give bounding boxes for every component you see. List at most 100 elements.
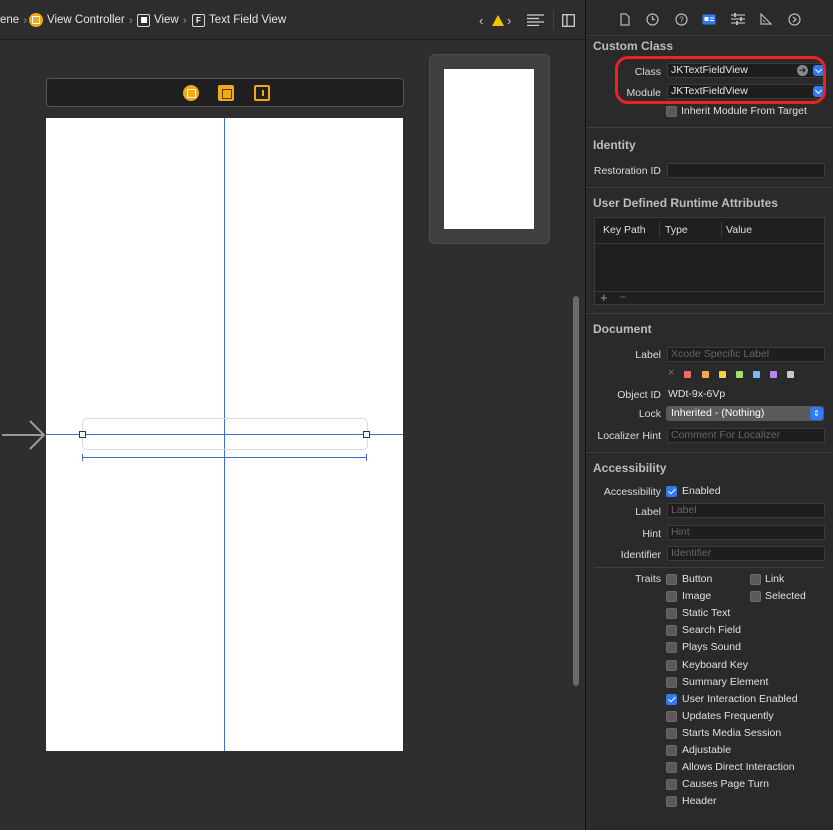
red-swatch[interactable] [684, 371, 691, 378]
trait-label: Summary Element [682, 675, 769, 688]
view-controller-icon[interactable] [183, 85, 199, 101]
exit-icon[interactable] [254, 85, 270, 101]
yellow-swatch[interactable] [719, 371, 726, 378]
accessibility-label-placeholder: Label [671, 504, 697, 516]
hint-label: Hint [642, 528, 661, 540]
trait-checkbox[interactable] [666, 574, 677, 585]
divider [586, 127, 833, 128]
orange-swatch[interactable] [702, 371, 709, 378]
breadcrumb-scene[interactable]: ene › [0, 12, 27, 28]
trait-checkbox[interactable] [666, 745, 677, 756]
accessibility-enabled-label: Enabled [682, 485, 721, 497]
divider [586, 313, 833, 314]
trait-label: Adjustable [682, 744, 732, 756]
accessibility-title: Accessibility [593, 461, 667, 475]
trait-checkbox[interactable] [666, 608, 677, 620]
divider [659, 222, 660, 237]
chevron-left-icon[interactable]: ‹ [479, 12, 483, 28]
clear-label-color-icon[interactable]: × [668, 367, 674, 379]
trait-label: Header [682, 795, 717, 808]
identity-icon[interactable] [702, 12, 716, 26]
lock-select[interactable]: Inherited - (Nothing) ⇕ [666, 406, 824, 421]
accessibility-label-label: Label [635, 506, 661, 518]
accessibility-label-field[interactable]: Label [667, 503, 825, 518]
document-label-field[interactable]: Xcode Specific Label [667, 347, 825, 362]
traits-label: Traits [635, 573, 661, 585]
trait-checkbox[interactable] [666, 625, 677, 637]
add-attribute-button[interactable]: + [600, 290, 608, 305]
trait-label: Allows Direct Interaction [682, 761, 795, 774]
column-header-value[interactable]: Value [726, 224, 752, 236]
trait-checkbox[interactable] [666, 779, 677, 791]
accessibility-label: Accessibility [603, 486, 661, 498]
divider [586, 187, 833, 188]
help-icon[interactable]: ? [674, 12, 688, 26]
file-icon[interactable] [618, 12, 632, 26]
trait-label: Button [682, 573, 713, 585]
lock-select-value: Inherited - (Nothing) [671, 407, 765, 419]
connections-icon[interactable] [787, 12, 801, 26]
text-field-view[interactable] [82, 418, 368, 450]
restoration-id-field[interactable] [667, 163, 825, 178]
divider [586, 452, 833, 453]
gray-swatch[interactable] [787, 371, 794, 378]
trait-checkbox[interactable] [666, 796, 677, 808]
chevron-right-icon: › [128, 13, 133, 27]
size-icon[interactable] [759, 12, 773, 26]
column-header-type[interactable]: Type [665, 224, 688, 236]
trait-checkbox[interactable] [666, 591, 677, 603]
remove-attribute-button[interactable]: − [619, 290, 626, 304]
file-f-icon: F [192, 13, 205, 27]
attributes-icon[interactable] [731, 12, 745, 26]
trait-label: User Interaction Enabled [682, 692, 798, 705]
trait-checkbox[interactable] [666, 659, 677, 671]
history-icon[interactable] [645, 12, 659, 26]
minimap-scene-thumbnail [444, 69, 534, 229]
scene-dock [46, 78, 404, 107]
trait-checkbox[interactable] [750, 591, 761, 603]
trait-checkbox[interactable] [666, 676, 677, 688]
trait-label: Search Field [682, 624, 741, 637]
adjust-editor-icon[interactable] [527, 12, 544, 28]
resize-handle-right[interactable] [363, 431, 370, 438]
breadcrumb-label: Text Field View [209, 14, 287, 26]
hint-field[interactable]: Hint [667, 525, 825, 540]
identity-title: Identity [593, 138, 636, 152]
divider [595, 291, 824, 292]
purple-swatch[interactable] [770, 371, 777, 378]
breadcrumb-view-controller[interactable]: View Controller › [29, 12, 133, 28]
column-header-key-path[interactable]: Key Path [603, 224, 646, 236]
trait-checkbox[interactable] [666, 642, 677, 654]
trait-checkbox[interactable] [666, 727, 677, 739]
chevron-right-icon[interactable]: › [507, 12, 511, 28]
blue-swatch[interactable] [753, 371, 760, 378]
trait-checkbox[interactable] [750, 574, 761, 585]
trait-checkbox[interactable] [666, 693, 677, 705]
localizer-hint-label: Localizer Hint [597, 430, 661, 442]
green-swatch[interactable] [736, 371, 743, 378]
resize-handle-left[interactable] [79, 431, 86, 438]
localizer-hint-field[interactable]: Comment For Localizer [667, 428, 825, 443]
chevron-right-icon: › [23, 13, 28, 27]
runtime-attributes-table[interactable]: Key Path Type Value + − [594, 217, 825, 305]
canvas-scrollbar[interactable] [573, 296, 579, 686]
up-down-chevron-icon: ⇕ [810, 407, 823, 420]
canvas-minimap[interactable] [429, 54, 550, 244]
trait-label: Causes Page Turn [682, 778, 769, 791]
initial-view-controller-arrow-icon[interactable] [2, 418, 46, 452]
document-label-placeholder: Xcode Specific Label [671, 348, 770, 360]
hint-placeholder: Hint [671, 526, 690, 538]
trait-label: Selected [765, 590, 806, 603]
trait-checkbox[interactable] [666, 762, 677, 774]
identifier-field[interactable]: Identifier [667, 546, 825, 561]
breadcrumb-view[interactable]: View › [137, 12, 187, 28]
breadcrumb-text-field-view[interactable]: F Text Field View [192, 12, 286, 28]
trait-label: Keyboard Key [682, 658, 748, 671]
trait-checkbox[interactable] [666, 710, 677, 722]
inherit-module-label: Inherit Module From Target [681, 105, 807, 117]
first-responder-icon[interactable] [218, 85, 234, 101]
inherit-module-checkbox[interactable] [666, 106, 677, 117]
add-editor-icon[interactable] [562, 12, 575, 28]
accessibility-enabled-checkbox[interactable] [666, 486, 677, 497]
warning-icon[interactable] [492, 12, 504, 28]
